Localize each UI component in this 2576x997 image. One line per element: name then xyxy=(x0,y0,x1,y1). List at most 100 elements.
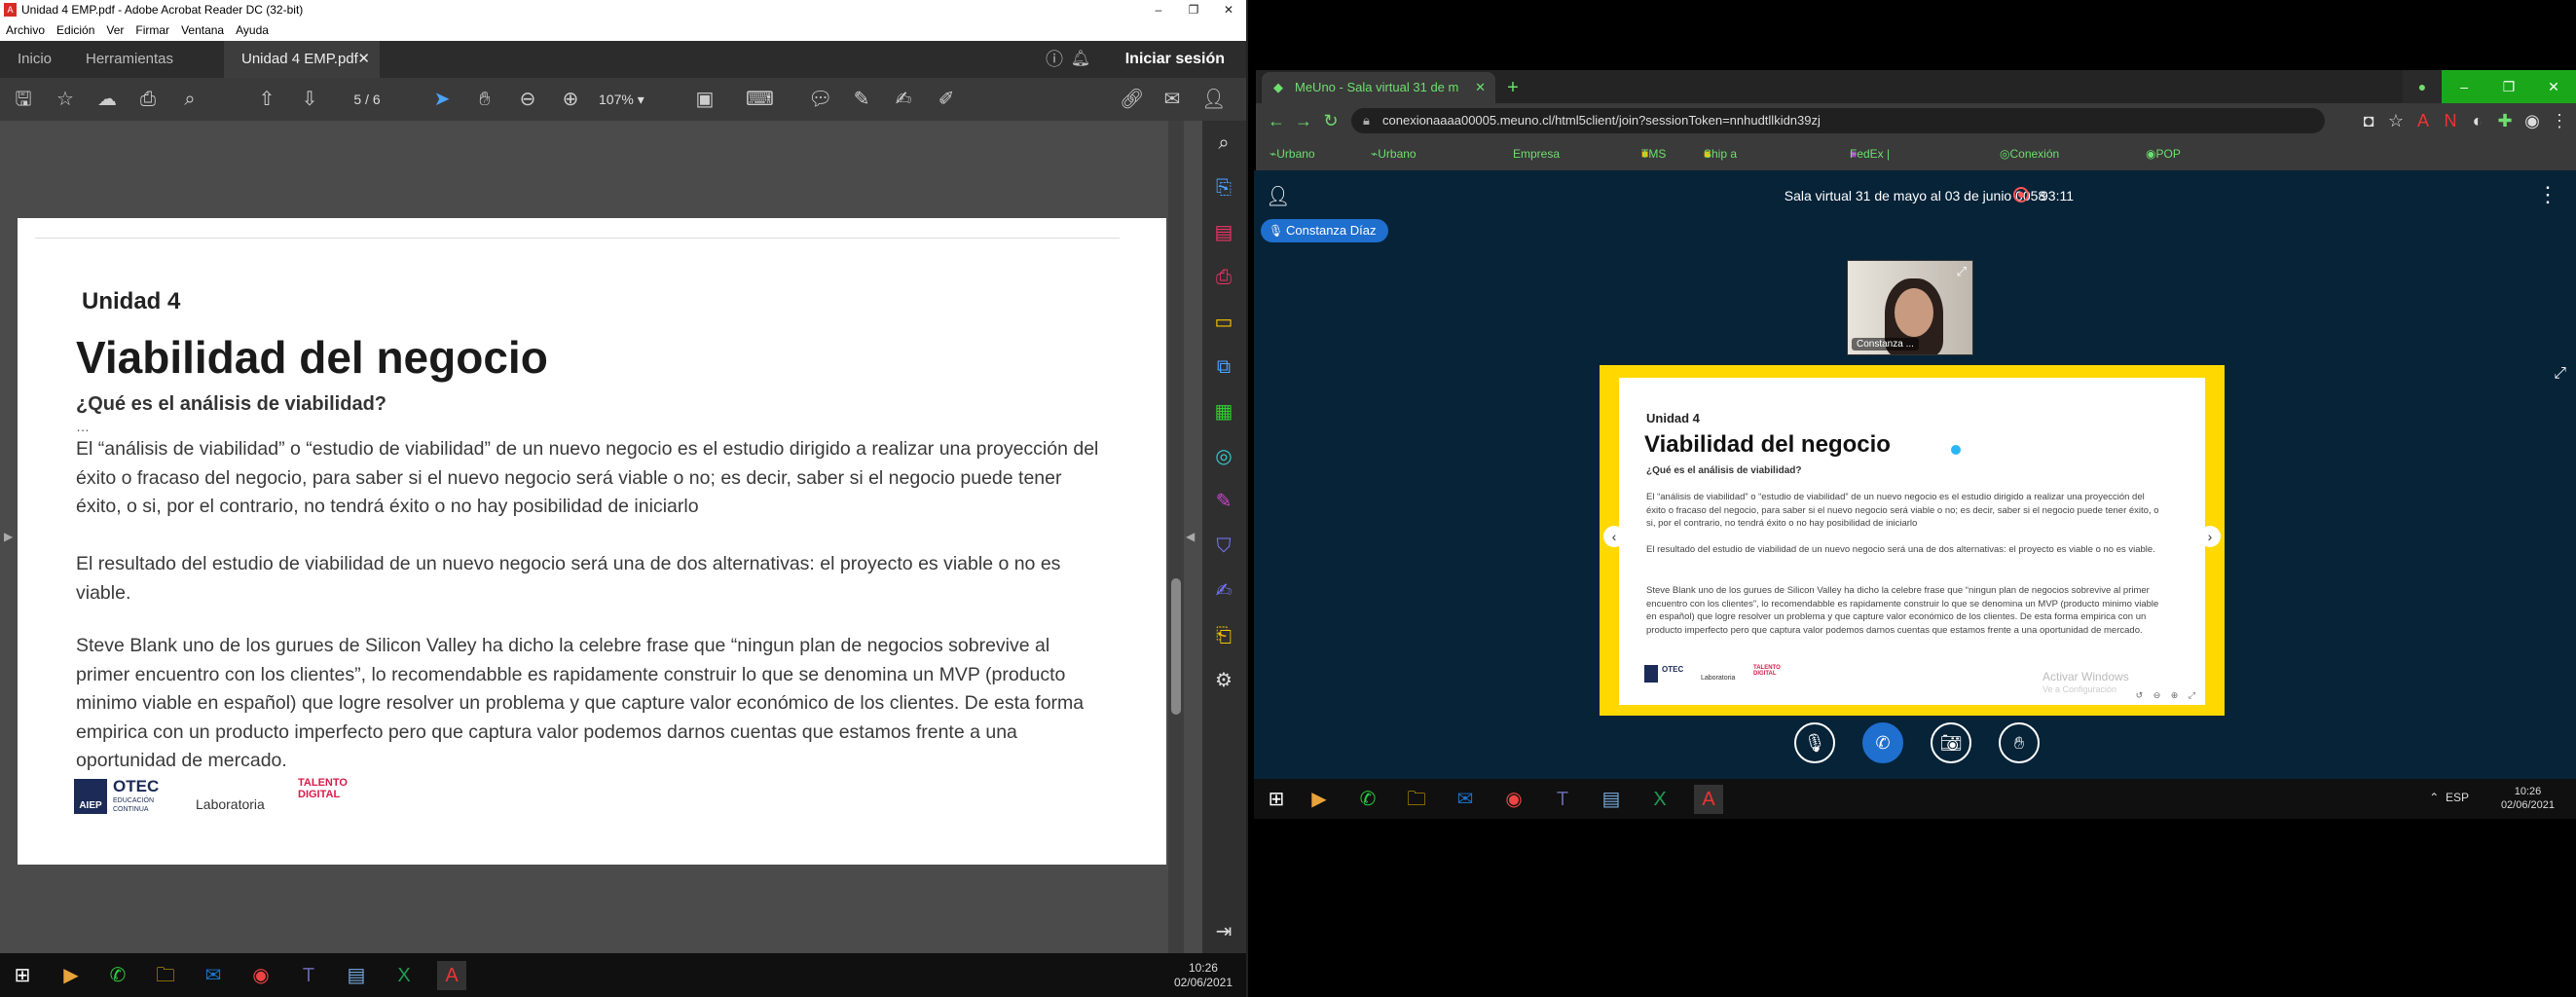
forward-icon[interactable]: → xyxy=(1291,108,1316,133)
stamp-icon[interactable]: ✐ xyxy=(935,88,958,111)
webcam-tile[interactable]: ⤢ Constanza ... xyxy=(1847,260,1973,355)
save-icon[interactable]: 🖫 xyxy=(12,88,35,111)
bookmark-star-icon[interactable]: ☆ xyxy=(2383,108,2409,133)
mail-icon[interactable]: ✉ xyxy=(1160,88,1184,111)
comment-tool-icon[interactable]: ▭ xyxy=(1211,310,1236,335)
export-pdf-icon[interactable]: ⎘ xyxy=(1211,175,1236,201)
page-indicator[interactable]: 5 / 6 xyxy=(333,88,401,111)
profile-icon[interactable]: ● xyxy=(2403,70,2442,103)
start-button-icon[interactable]: ⊞ xyxy=(8,961,37,990)
star-icon[interactable]: ☆ xyxy=(54,88,77,111)
fullscreen-icon[interactable]: ⤢ xyxy=(1957,264,1967,279)
chrome-icon[interactable]: ◉ xyxy=(246,961,276,990)
search-icon[interactable]: ⌕ xyxy=(178,88,202,111)
protect-icon[interactable]: ⛉ xyxy=(1211,534,1236,559)
back-icon[interactable]: ← xyxy=(1264,108,1289,133)
keyboard-icon[interactable]: ⌨ xyxy=(746,88,774,111)
more-tools-icon[interactable]: ⚙ xyxy=(1211,668,1236,693)
raise-hand-button[interactable]: ✋︎ xyxy=(1999,722,2040,763)
right-panel-toggle-icon[interactable]: ◀ xyxy=(1186,530,1195,543)
system-tray[interactable]: ⌃ ESP xyxy=(2429,791,2469,804)
tab-herramientas[interactable]: Herramientas xyxy=(86,41,173,78)
chrome-menu-icon[interactable]: ⋮ xyxy=(2547,108,2572,133)
close-tab-icon[interactable]: ✕ xyxy=(357,41,370,78)
language-indicator[interactable]: ESP xyxy=(2446,791,2469,804)
bookmark-urbano-holding[interactable]: ⌁ Urbano Holding xyxy=(1371,138,1417,193)
bell-icon[interactable]: 🔔︎ xyxy=(1071,41,1090,78)
request-signature-icon[interactable]: ✍︎ xyxy=(1211,578,1236,604)
menu-firmar[interactable]: Firmar xyxy=(129,19,175,41)
zoom-search-icon[interactable]: ⌕ xyxy=(1211,130,1236,156)
chrome-close-button[interactable]: ✕ xyxy=(2531,70,2576,103)
upload-cloud-icon[interactable]: ☁ xyxy=(95,88,119,111)
chrome-icon[interactable]: ◉ xyxy=(1499,785,1528,814)
bookmark-oracle[interactable]: ◎ Conexión Oracle Pe... xyxy=(2000,138,2059,225)
extension-icon[interactable]: ◐ xyxy=(2465,108,2490,133)
help-icon[interactable]: ⓘ xyxy=(1046,41,1063,78)
notepad-icon[interactable]: ▤ xyxy=(342,961,371,990)
prev-slide-icon[interactable]: ‹ xyxy=(1603,526,1625,547)
excel-export-icon[interactable]: ▦ xyxy=(1211,399,1236,425)
select-cursor-icon[interactable]: ➤ xyxy=(430,88,454,111)
link-icon[interactable]: 🔗︎ xyxy=(1120,88,1144,111)
scrollbar-thumb[interactable] xyxy=(1171,578,1181,715)
add-user-icon[interactable]: 👤︎ xyxy=(1201,88,1226,111)
outlook-icon[interactable]: ✉ xyxy=(1451,785,1480,814)
next-page-icon[interactable]: ⇩ xyxy=(298,88,321,111)
puzzle-extensions-icon[interactable]: ✚ xyxy=(2492,108,2518,133)
excel-icon[interactable]: X xyxy=(389,961,419,990)
netflix-extension-icon[interactable]: N xyxy=(2438,108,2463,133)
outlook-icon[interactable]: ✉ xyxy=(199,961,228,990)
create-pdf-icon[interactable]: ⎙ xyxy=(1211,265,1236,290)
tab-inicio[interactable]: Inicio xyxy=(18,41,52,78)
acrobat-extension-icon[interactable]: A xyxy=(2410,108,2436,133)
camera-indicator-icon[interactable]: ◘ xyxy=(2356,108,2381,133)
share-webcam-button[interactable]: 📷︎ xyxy=(1931,722,1971,763)
media-app-icon[interactable]: ▶ xyxy=(1305,785,1334,814)
send-for-review-icon[interactable]: ⎗ xyxy=(1211,623,1236,648)
prev-page-icon[interactable]: ⇧ xyxy=(255,88,278,111)
tab-document[interactable]: Unidad 4 EMP.pdf ✕ xyxy=(224,41,380,78)
teams-icon[interactable]: T xyxy=(294,961,323,990)
menu-ayuda[interactable]: Ayuda xyxy=(230,19,275,41)
slide-control-icons[interactable]: ↺ ⊖ ⊕ ⤢ xyxy=(2136,690,2199,701)
zoom-select[interactable]: 107% ▾ xyxy=(599,88,667,111)
start-button-icon[interactable]: ⊞ xyxy=(1262,785,1291,814)
menu-ver[interactable]: Ver xyxy=(100,19,129,41)
taskbar-clock[interactable]: 10:26 02/06/2021 xyxy=(2501,785,2555,812)
close-button[interactable]: ✕ xyxy=(1211,0,1246,19)
acrobat-taskbar-icon[interactable]: A xyxy=(1694,785,1723,814)
expand-presentation-icon[interactable]: ⤢ xyxy=(2554,365,2566,383)
page-fit-icon[interactable]: ▣ xyxy=(693,88,717,111)
document-scrollbar[interactable] xyxy=(1168,121,1184,953)
zoom-in-icon[interactable]: ⊕ xyxy=(559,88,582,111)
fill-sign-icon[interactable]: ✎ xyxy=(1211,489,1236,514)
teams-icon[interactable]: T xyxy=(1548,785,1577,814)
minimize-button[interactable]: – xyxy=(1141,0,1176,19)
close-tab-icon[interactable]: ✕ xyxy=(1475,72,1486,103)
new-tab-button[interactable]: + xyxy=(1501,76,1525,99)
scan-icon[interactable]: ◎ xyxy=(1211,444,1236,469)
menu-edicion[interactable]: Edición xyxy=(51,19,100,41)
whatsapp-icon[interactable]: ✆ xyxy=(103,961,132,990)
chrome-minimize-button[interactable]: – xyxy=(2442,70,2486,103)
document-viewport[interactable]: Unidad 4 Viabilidad del negocio ¿Qué es … xyxy=(0,121,1202,953)
file-explorer-icon[interactable]: 🗀 xyxy=(151,961,180,990)
combine-files-icon[interactable]: ⧉ xyxy=(1211,354,1236,380)
zoom-out-icon[interactable]: ⊖ xyxy=(516,88,539,111)
highlight-icon[interactable]: ✎ xyxy=(850,88,873,111)
recording-icon[interactable] xyxy=(2013,187,2029,203)
organize-pages-icon[interactable]: ▤ xyxy=(1211,220,1236,245)
chrome-tab-meuno[interactable]: ◆ MeUno - Sala virtual 31 de m ✕ xyxy=(1262,72,1495,103)
hand-tool-icon[interactable]: ✋︎ xyxy=(473,88,497,111)
profile-avatar-icon[interactable]: ◉ xyxy=(2520,108,2545,133)
mute-mic-button[interactable]: 🎙︎ xyxy=(1794,722,1835,763)
url-field[interactable]: 🔒︎ conexionaaaa00005.meuno.cl/html5client… xyxy=(1351,108,2325,133)
leave-audio-button[interactable]: ✆ xyxy=(1862,722,1903,763)
acrobat-taskbar-icon[interactable]: A xyxy=(437,961,466,990)
page-current[interactable]: 5 xyxy=(353,92,361,107)
left-panel-toggle-icon[interactable]: ▶ xyxy=(4,530,13,543)
comment-icon[interactable]: 💬︎ xyxy=(808,88,832,111)
bookmark-pop-center[interactable]: ◉ POP Center | Acceso xyxy=(2146,138,2194,257)
menu-archivo[interactable]: Archivo xyxy=(0,19,51,41)
